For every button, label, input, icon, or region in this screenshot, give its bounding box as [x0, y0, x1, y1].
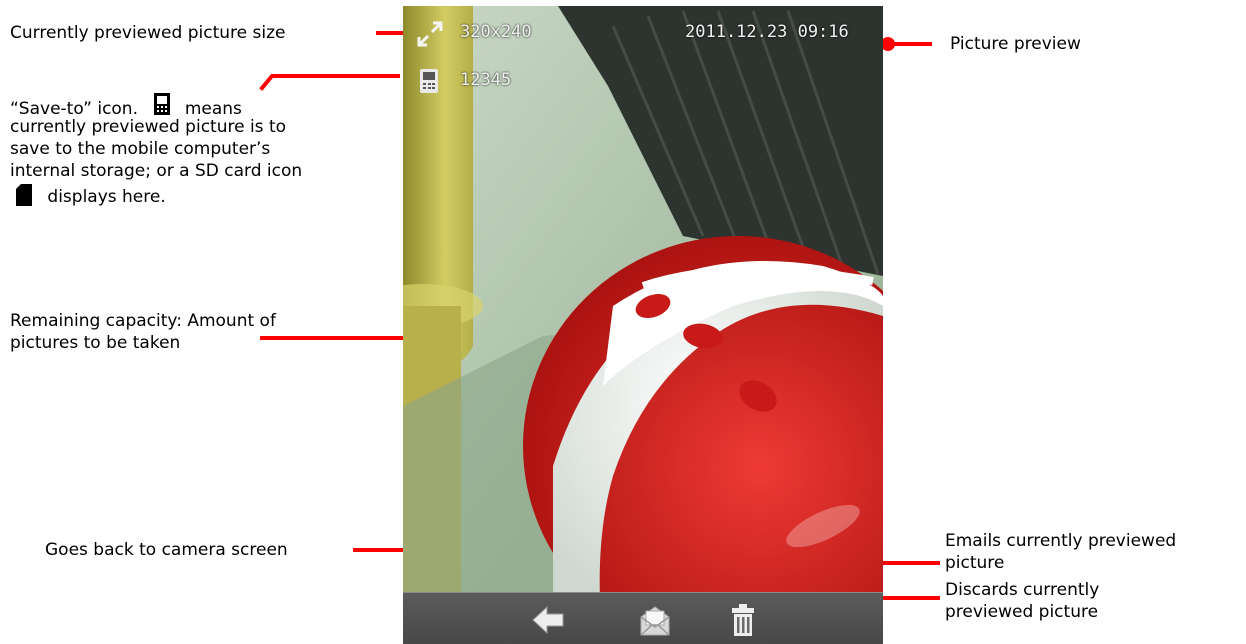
annotation-discard: Discards currently previewed picture	[945, 579, 1099, 623]
annotation-picture-size: Currently previewed picture size	[10, 23, 286, 43]
annotation-save-to-line5: displays here.	[47, 187, 166, 207]
picture-preview-screen: 320x240 2011.12.23 09:16 12345	[403, 6, 883, 644]
resize-icon	[417, 21, 443, 51]
annotation-save-to-line2: currently previewed picture is to	[10, 117, 287, 137]
annotation-back: Goes back to camera screen	[45, 540, 288, 560]
datetime-text: 2011.12.23 09:16	[685, 22, 849, 42]
storage-location-icon	[419, 68, 439, 98]
back-button[interactable]	[527, 599, 571, 641]
annotation-email-line1: Emails currently previewed	[945, 531, 1177, 551]
annotation-save-to: “Save-to” icon. means currently previewe…	[10, 92, 380, 216]
preview-toolbar	[403, 592, 883, 644]
annotation-save-to-line3: save to the mobile computer’s	[10, 139, 271, 159]
back-arrow-icon	[527, 605, 571, 644]
preview-photo	[403, 6, 883, 644]
annotation-remaining-line1: Remaining capacity: Amount of	[10, 311, 276, 331]
discard-button[interactable]	[721, 599, 765, 641]
annotation-remaining-line2: pictures to be taken	[10, 333, 181, 353]
email-button[interactable]	[633, 599, 677, 641]
callout-dot-picture-preview	[881, 37, 895, 51]
annotation-email: Emails currently previewed picture	[945, 530, 1176, 574]
remaining-capacity-text: 12345	[460, 70, 512, 90]
annotation-discard-line2: previewed picture	[945, 602, 1099, 622]
annotation-email-line2: picture	[945, 553, 1005, 573]
email-icon	[633, 606, 677, 644]
annotation-picture-preview: Picture preview	[950, 34, 1081, 54]
annotation-remaining: Remaining capacity: Amount of pictures t…	[10, 310, 276, 354]
annotation-save-to-line4: internal storage; or a SD card icon	[10, 161, 303, 181]
trash-icon	[721, 604, 765, 644]
picture-size-text: 320x240	[460, 22, 532, 42]
sd-card-icon	[16, 184, 32, 212]
callout-line-save-to	[259, 74, 400, 91]
annotation-discard-line1: Discards currently	[945, 580, 1100, 600]
